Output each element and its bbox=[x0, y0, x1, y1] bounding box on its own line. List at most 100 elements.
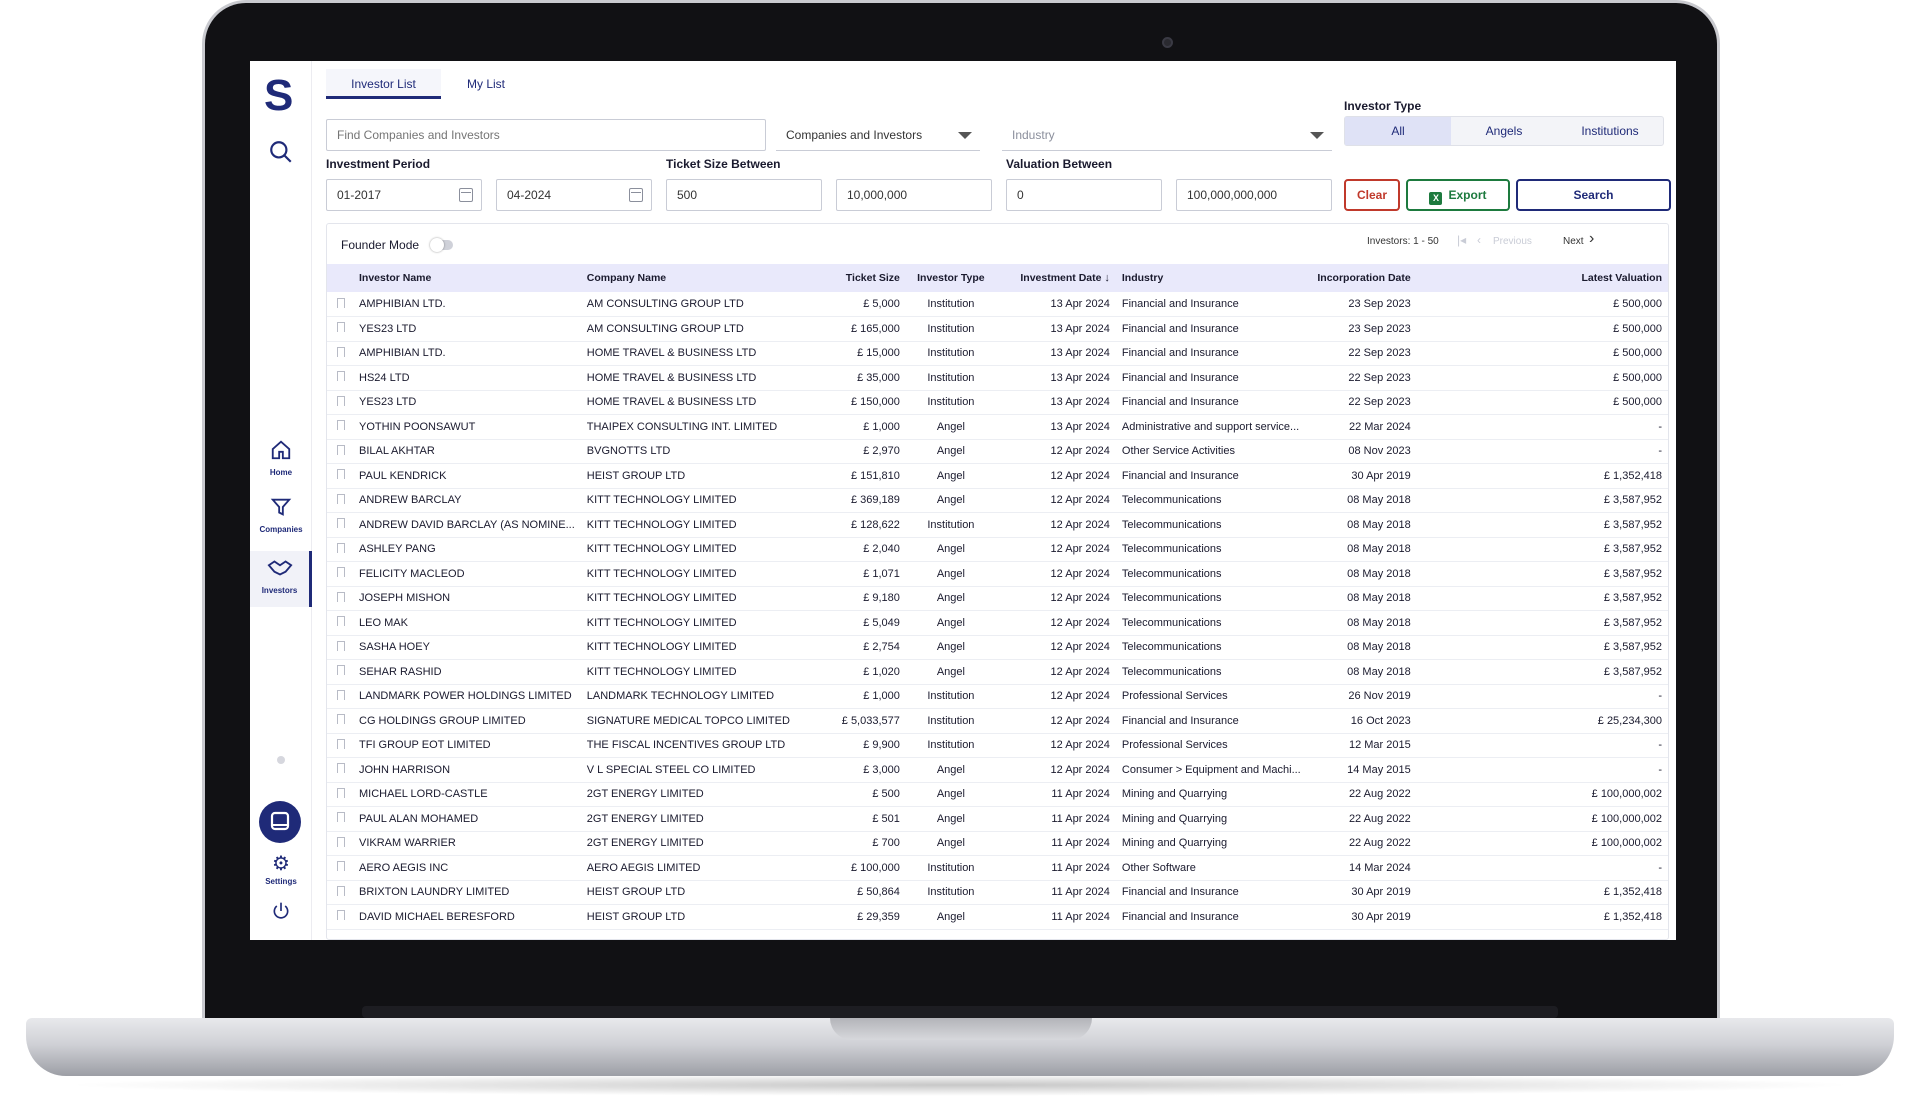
bookmark-icon[interactable] bbox=[337, 616, 345, 627]
ticket-max-field[interactable]: 10,000,000 bbox=[836, 179, 992, 211]
table-row[interactable]: SEHAR RASHID KITT TECHNOLOGY LIMITED £ 1,0… bbox=[327, 659, 1668, 685]
column-header-investor-name[interactable]: Investor Name bbox=[353, 264, 581, 292]
sidebar-item-settings[interactable]: ⚙ Settings bbox=[250, 854, 312, 886]
table-row[interactable]: HS24 LTD HOME TRAVEL & BUSINESS LTD £ 35,0… bbox=[327, 365, 1668, 391]
table-row[interactable]: ANDREW BARCLAY KITT TECHNOLOGY LIMITED £ 3… bbox=[327, 488, 1668, 513]
bookmark-icon[interactable] bbox=[337, 665, 345, 676]
bookmark-icon[interactable] bbox=[337, 689, 345, 700]
industry-cell: Professional Services bbox=[1115, 733, 1307, 758]
bookmark-icon[interactable] bbox=[337, 297, 345, 308]
chat-button[interactable] bbox=[259, 801, 301, 843]
table-row[interactable]: AERO AEGIS INC AERO AEGIS LIMITED £ 100,00… bbox=[327, 855, 1668, 881]
export-button[interactable]: X Export bbox=[1406, 179, 1510, 211]
bookmark-icon[interactable] bbox=[337, 591, 345, 602]
bookmark-icon[interactable] bbox=[337, 812, 345, 823]
table-row[interactable]: PAUL ALAN MOHAMED 2GT ENERGY LIMITED £ 501… bbox=[327, 806, 1668, 832]
scope-select[interactable]: Companies and Investors bbox=[776, 119, 980, 151]
previous-button[interactable]: Previous bbox=[1493, 236, 1532, 247]
investor-type-angels[interactable]: Angels bbox=[1451, 117, 1557, 145]
bookmark-icon[interactable] bbox=[337, 885, 345, 896]
table-row[interactable]: JOSEPH MISHON KITT TECHNOLOGY LIMITED £ 9,… bbox=[327, 586, 1668, 611]
table-row[interactable]: AMPHIBIAN LTD. AM CONSULTING GROUP LTD £ 5… bbox=[327, 292, 1668, 317]
table-row[interactable]: LANDMARK POWER HOLDINGS LIMITED LANDMARK … bbox=[327, 684, 1668, 709]
sidebar-item-investors[interactable]: Investors bbox=[250, 551, 312, 607]
bookmark-icon[interactable] bbox=[337, 910, 345, 921]
valuation-max-field[interactable]: 100,000,000,000 bbox=[1176, 179, 1332, 211]
bookmark-icon[interactable] bbox=[337, 738, 345, 749]
table-row[interactable]: MICHAEL LORD-CASTLE 2GT ENERGY LIMITED £ 5… bbox=[327, 782, 1668, 807]
search-button[interactable]: Search bbox=[1516, 179, 1671, 211]
table-row[interactable]: YOTHIN POONSAWUT THAIPEX CONSULTING INT. … bbox=[327, 414, 1668, 440]
bookmark-icon[interactable] bbox=[337, 322, 345, 333]
bookmark-cell bbox=[327, 586, 353, 611]
bookmark-icon[interactable] bbox=[337, 836, 345, 847]
first-page-icon[interactable]: |◂ bbox=[1457, 233, 1466, 247]
column-header-incorporation-date[interactable]: Incorporation Date bbox=[1306, 264, 1417, 292]
bookmark-icon[interactable] bbox=[337, 518, 345, 529]
latest-valuation-cell: £ 500,000 bbox=[1416, 316, 1668, 342]
bookmark-icon[interactable] bbox=[337, 542, 345, 553]
search-input[interactable] bbox=[326, 119, 766, 151]
table-row[interactable]: PAUL KENDRICK HEIST GROUP LTD £ 151,810 Ang… bbox=[327, 463, 1668, 489]
next-button[interactable]: Next bbox=[1563, 236, 1584, 247]
chevron-left-icon[interactable]: ‹ bbox=[1477, 233, 1481, 247]
bookmark-icon[interactable] bbox=[337, 469, 345, 480]
table-row[interactable]: CG HOLDINGS GROUP LIMITED SIGNATURE MEDIC… bbox=[327, 708, 1668, 734]
bookmark-icon[interactable] bbox=[337, 787, 345, 798]
chevron-right-icon[interactable]: › bbox=[1589, 230, 1594, 248]
sidebar-item-companies[interactable]: Companies bbox=[250, 496, 312, 534]
power-icon[interactable] bbox=[250, 901, 312, 926]
investor-type-all[interactable]: All bbox=[1345, 117, 1451, 145]
bookmark-icon[interactable] bbox=[337, 861, 345, 872]
column-header-latest-valuation[interactable]: Latest Valuation bbox=[1416, 264, 1668, 292]
bookmark-icon[interactable] bbox=[337, 395, 345, 406]
bookmark-icon[interactable] bbox=[337, 640, 345, 651]
bookmark-icon[interactable] bbox=[337, 371, 345, 382]
table-row[interactable]: DAVID MICHAEL BERESFORD HEIST GROUP LTD £ … bbox=[327, 904, 1668, 930]
column-header-company-name[interactable]: Company Name bbox=[580, 264, 796, 292]
calendar-icon[interactable] bbox=[459, 188, 473, 202]
tab-my-list[interactable]: My List bbox=[446, 69, 526, 99]
bookmark-icon[interactable] bbox=[337, 567, 345, 578]
incorporation-date-cell: 30 Apr 2019 bbox=[1306, 880, 1417, 905]
calendar-icon[interactable] bbox=[629, 188, 643, 202]
investor-name-cell: ASHLEY PANG bbox=[353, 537, 581, 562]
table-row[interactable]: VIKRAM WARRIER 2GT ENERGY LIMITED £ 700 Ang… bbox=[327, 831, 1668, 856]
period-to-field[interactable]: 04-2024 bbox=[496, 179, 652, 211]
table-row[interactable]: ASHLEY PANG KITT TECHNOLOGY LIMITED £ 2,04… bbox=[327, 537, 1668, 562]
clear-button[interactable]: Clear bbox=[1344, 179, 1400, 211]
bookmark-icon[interactable] bbox=[337, 714, 345, 725]
period-from-field[interactable]: 01-2017 bbox=[326, 179, 482, 211]
bookmark-cell bbox=[327, 708, 353, 734]
search-icon[interactable] bbox=[250, 139, 312, 170]
column-header-industry[interactable]: Industry bbox=[1115, 264, 1307, 292]
bookmark-icon[interactable] bbox=[337, 346, 345, 357]
bookmark-icon[interactable] bbox=[337, 763, 345, 774]
column-header-investment-date[interactable]: Investment Date ↓ bbox=[995, 264, 1116, 292]
table-row[interactable]: YES23 LTD AM CONSULTING GROUP LTD £ 165,00… bbox=[327, 316, 1668, 342]
column-header-investor-type[interactable]: Investor Type bbox=[905, 264, 996, 292]
valuation-min-field[interactable]: 0 bbox=[1006, 179, 1162, 211]
bookmark-icon[interactable] bbox=[337, 444, 345, 455]
table-row[interactable]: BILAL AKHTAR BVGNOTTS LTD £ 2,970 Angel 12 A… bbox=[327, 439, 1668, 464]
brand-logo[interactable]: S bbox=[264, 71, 293, 121]
table-row[interactable]: YES23 LTD HOME TRAVEL & BUSINESS LTD £ 150… bbox=[327, 390, 1668, 415]
sidebar-item-home[interactable]: Home bbox=[250, 439, 312, 477]
table-row[interactable]: FELICITY MACLEOD KITT TECHNOLOGY LIMITED £… bbox=[327, 561, 1668, 587]
ticket-min-field[interactable]: 500 bbox=[666, 179, 822, 211]
investor-type-institutions[interactable]: Institutions bbox=[1557, 117, 1663, 145]
company-name-cell: HEIST GROUP LTD bbox=[580, 463, 796, 489]
bookmark-icon[interactable] bbox=[337, 493, 345, 504]
column-header-ticket-size[interactable]: Ticket Size bbox=[795, 264, 906, 292]
table-row[interactable]: AMPHIBIAN LTD. HOME TRAVEL & BUSINESS LTD… bbox=[327, 341, 1668, 366]
bookmark-icon[interactable] bbox=[337, 420, 345, 431]
table-row[interactable]: TFI GROUP EOT LIMITED THE FISCAL INCENTIV… bbox=[327, 733, 1668, 758]
table-row[interactable]: LEO MAK KITT TECHNOLOGY LIMITED £ 5,049 Ang… bbox=[327, 610, 1668, 636]
tab-investor-list[interactable]: Investor List bbox=[326, 69, 441, 99]
table-row[interactable]: SASHA HOEY KITT TECHNOLOGY LIMITED £ 2,754… bbox=[327, 635, 1668, 660]
table-row[interactable]: BRIXTON LAUNDRY LIMITED HEIST GROUP LTD £ … bbox=[327, 880, 1668, 905]
founder-mode-toggle[interactable] bbox=[430, 238, 453, 252]
industry-select[interactable]: Industry bbox=[1002, 119, 1332, 151]
table-row[interactable]: JOHN HARRISON V L SPECIAL STEEL CO LIMITE… bbox=[327, 757, 1668, 783]
table-row[interactable]: ANDREW DAVID BARCLAY (AS NOMINE... KITT T… bbox=[327, 512, 1668, 538]
